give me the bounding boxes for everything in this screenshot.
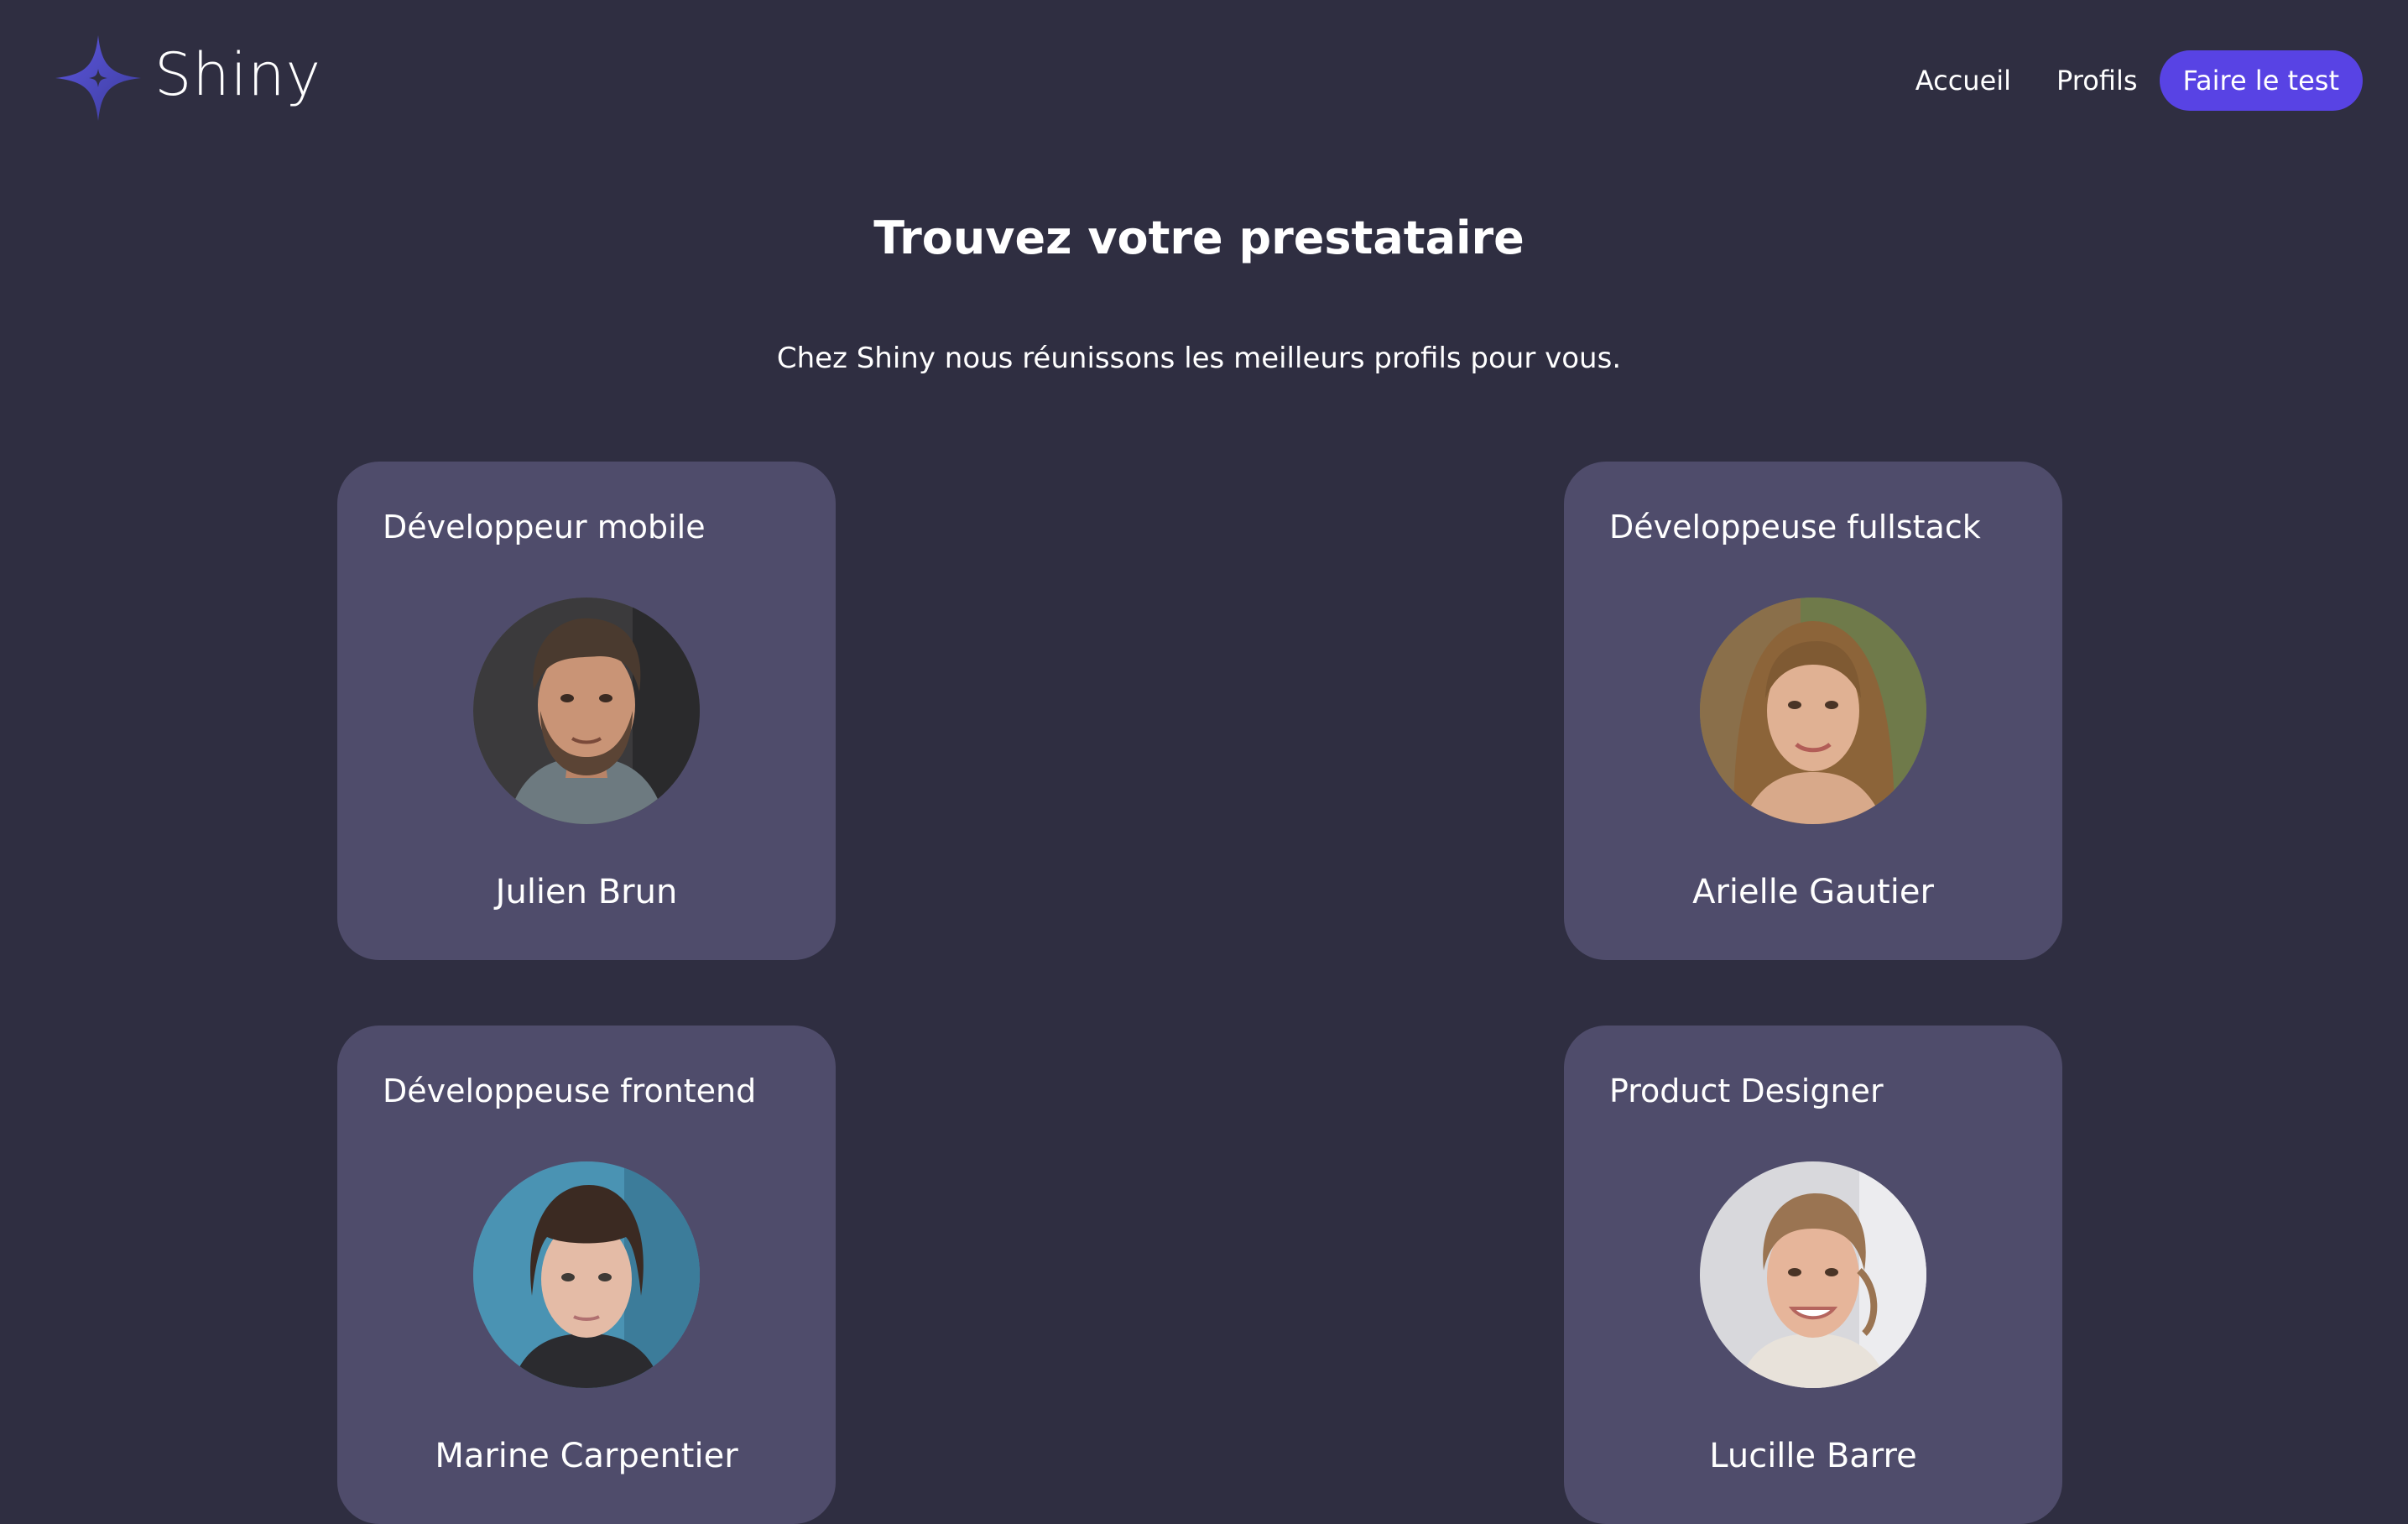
card-job-title: Développeuse fullstack (1609, 509, 1981, 545)
logo-text: Shiny (154, 40, 322, 109)
avatar (473, 598, 700, 824)
profile-card[interactable]: Développeur mobile Julien Brun (337, 462, 836, 960)
nav-link-profiles[interactable]: Profils (2056, 50, 2137, 111)
profile-photo (1700, 598, 1926, 824)
profile-card[interactable]: Développeuse frontend Marine Carpentier (337, 1026, 836, 1524)
nav-link-home[interactable]: Accueil (1915, 50, 2011, 111)
avatar (473, 1161, 700, 1388)
card-job-title: Développeuse frontend (383, 1073, 757, 1109)
profile-photo (473, 1161, 700, 1388)
profile-card[interactable]: Développeuse fullstack Arielle Gautier (1564, 462, 2062, 960)
card-person-name: Arielle Gautier (1692, 873, 1934, 911)
profile-card[interactable]: Product Designer Lucille Barre (1564, 1026, 2062, 1524)
card-person-name: Julien Brun (495, 873, 678, 911)
profile-photo (473, 598, 700, 824)
take-test-button[interactable]: Faire le test (2159, 50, 2363, 111)
card-person-name: Lucille Barre (1709, 1437, 1917, 1475)
sparkle-star-icon (55, 35, 141, 121)
card-person-name: Marine Carpentier (435, 1437, 738, 1475)
profiles-grid: Développeur mobile Julien Brun Développe… (337, 462, 2062, 1524)
main-nav: Accueil Profils Faire le test (1915, 50, 2363, 111)
logo-link[interactable]: Shiny (52, 32, 321, 124)
card-job-title: Product Designer (1609, 1073, 1884, 1109)
page-title: Trouvez votre prestataire (873, 211, 1525, 264)
avatar (1700, 598, 1926, 824)
page-subtitle: Chez Shiny nous réunissons les meilleurs… (776, 342, 1622, 375)
profile-photo (1700, 1161, 1926, 1388)
avatar (1700, 1161, 1926, 1388)
site-header: Shiny Accueil Profils Faire le test (0, 0, 2408, 159)
card-job-title: Développeur mobile (383, 509, 706, 545)
